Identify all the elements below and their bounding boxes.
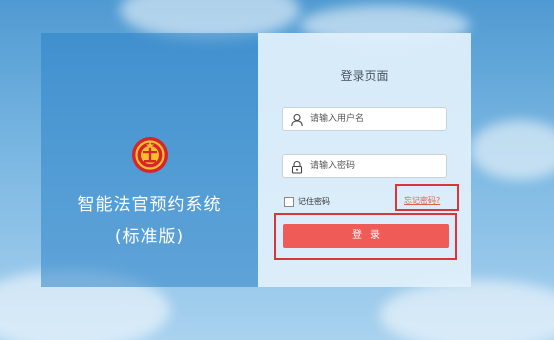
remember-checkbox[interactable] <box>284 197 294 207</box>
lock-icon <box>290 159 304 174</box>
login-form-panel: 登录页面 记住密码 忘 <box>258 33 471 287</box>
user-icon <box>290 112 304 127</box>
username-field[interactable] <box>282 107 447 131</box>
brand-panel: 智能法官预约系统 (标准版) <box>41 33 258 287</box>
forgot-password-link[interactable]: 忘记密码? <box>404 195 440 206</box>
username-input[interactable] <box>310 110 440 128</box>
system-name: 智能法官预约系统 <box>77 195 222 215</box>
password-field[interactable] <box>282 154 447 178</box>
system-edition: (标准版) <box>114 227 185 247</box>
password-input[interactable] <box>310 157 440 175</box>
court-emblem-icon <box>131 136 169 174</box>
login-button[interactable]: 登录 <box>283 224 449 248</box>
cloud <box>470 120 554 180</box>
cloud <box>380 280 554 340</box>
remember-label: 记住密码 <box>298 197 330 206</box>
login-card: 智能法官预约系统 (标准版) 登录页面 请输入用户名 记住密码 忘记密码? 登录 <box>41 33 471 287</box>
form-title: 登录页面 <box>340 69 389 83</box>
